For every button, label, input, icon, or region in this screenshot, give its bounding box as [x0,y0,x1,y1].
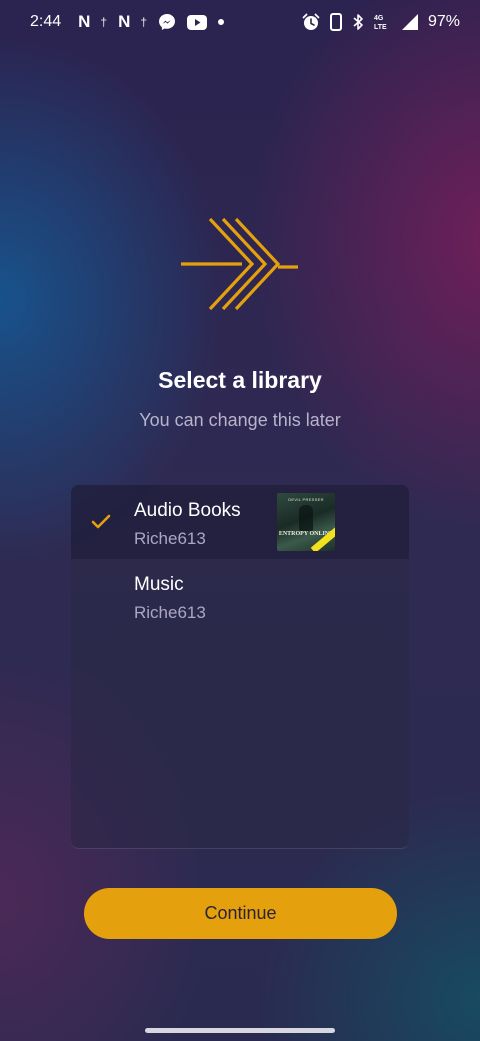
bluetooth-icon [352,13,364,31]
plex-logo-icon [181,217,298,311]
youtube-icon [187,14,208,30]
netflix-icon: N [78,12,90,31]
library-item-audio-books[interactable]: Audio Books Riche613 DEVIL PRESSER ENTRO… [71,485,409,559]
library-cover-image: DEVIL PRESSER ENTROPY ONLINE [277,493,335,551]
continue-button[interactable]: Continue [84,888,397,939]
cross-icon: † [140,15,148,29]
library-owner: Riche613 [134,529,206,548]
library-list: Audio Books Riche613 DEVIL PRESSER ENTRO… [71,485,409,849]
home-indicator[interactable] [145,1028,335,1033]
svg-text:LTE: LTE [374,24,387,31]
svg-text:4G: 4G [374,15,384,22]
cross-icon: † [100,15,108,29]
library-owner: Riche613 [134,603,206,622]
page-subtitle: You can change this later [139,410,341,430]
battery-percent: 97% [427,13,460,30]
alarm-icon [302,13,320,31]
cover-author-text: DEVIL PRESSER [288,497,324,502]
cover-figure [299,505,313,531]
library-name: Audio Books [134,500,241,521]
cover-band [310,525,335,551]
page-title: Select a library [158,367,322,393]
library-item-music[interactable]: Music Riche613 [71,559,409,633]
status-left: 2:44 N † N † [30,12,225,32]
check-icon [91,514,111,529]
phone-icon [329,13,342,31]
signal-icon [401,14,418,30]
dot-icon [218,19,225,25]
status-bar: 2:44 N † N † 4G LTE 97% [0,0,480,44]
status-time: 2:44 [30,13,62,30]
netflix-icon: N [118,12,130,31]
library-name: Music [134,574,184,595]
network-icon: 4G LTE [374,13,392,31]
messenger-icon [158,13,176,31]
status-right: 4G LTE 97% [302,13,460,31]
